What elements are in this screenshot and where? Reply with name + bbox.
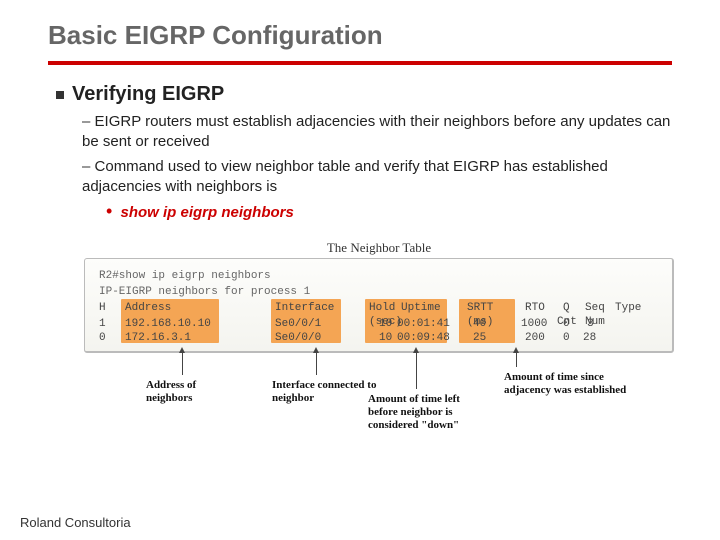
figure: The Neighbor Table R2#show ip eigrp neig… — [84, 240, 674, 433]
arrow-icon — [516, 353, 517, 367]
col-interface: Interface — [275, 301, 334, 317]
callout-address: Address of neighbors — [146, 379, 236, 405]
arrow-icon — [182, 353, 183, 375]
col-h: H — [99, 301, 106, 317]
bullet-2: – Command used to view neighbor table an… — [56, 157, 672, 198]
figure-title: The Neighbor Table — [84, 240, 674, 256]
callout-interface: Interface connected to neighbor — [272, 379, 382, 405]
title-rule — [48, 61, 672, 65]
page-title: Basic EIGRP Configuration — [48, 20, 672, 51]
footer-text: Roland Consultoria — [20, 515, 131, 530]
r2-hold: 10 — [379, 331, 392, 347]
col-rto: RTO — [525, 301, 545, 317]
callouts: Address of neighbors Interface connected… — [84, 353, 674, 433]
col-uptime: Uptime — [401, 301, 441, 317]
bullet-1: – EIGRP routers must establish adjacenci… — [56, 112, 672, 153]
r2-addr: 172.16.3.1 — [125, 331, 191, 347]
r2-seq: 28 — [583, 331, 596, 347]
section-heading-row: Verifying EIGRP — [56, 83, 672, 106]
r2-srtt: 25 — [473, 331, 486, 347]
term-line-1: R2#show ip eigrp neighbors — [99, 269, 658, 285]
content-section: Verifying EIGRP – EIGRP routers must est… — [48, 83, 672, 433]
callout-uptime: Amount of time since adjacency was estab… — [504, 371, 634, 397]
dash-icon: – — [82, 158, 95, 175]
bullet-command: • show ip eigrp neighbors — [56, 201, 672, 222]
r2-rto: 200 — [525, 331, 545, 347]
col-address: Address — [125, 301, 171, 317]
command-text: show ip eigrp neighbors — [120, 204, 293, 221]
bullet-2-text: Command used to view neighbor table and … — [82, 158, 608, 195]
arrow-icon — [316, 353, 317, 375]
bullet-1-text: EIGRP routers must establish adjacencies… — [82, 113, 670, 150]
r2-up: 00:09:48 — [397, 331, 450, 347]
terminal-box: R2#show ip eigrp neighbors IP-EIGRP neig… — [84, 258, 674, 353]
r2-h: 0 — [99, 331, 106, 347]
callout-hold: Amount of time left before neighbor is c… — [368, 393, 488, 433]
arrow-icon — [416, 353, 417, 389]
r2-q: 0 — [563, 331, 570, 347]
dash-icon: – — [82, 113, 95, 130]
dot-icon: • — [106, 201, 112, 221]
bullet-square-icon — [56, 91, 64, 99]
section-heading: Verifying EIGRP — [72, 83, 224, 106]
r2-if: Se0/0/0 — [275, 331, 321, 347]
col-type: Type — [615, 301, 641, 317]
